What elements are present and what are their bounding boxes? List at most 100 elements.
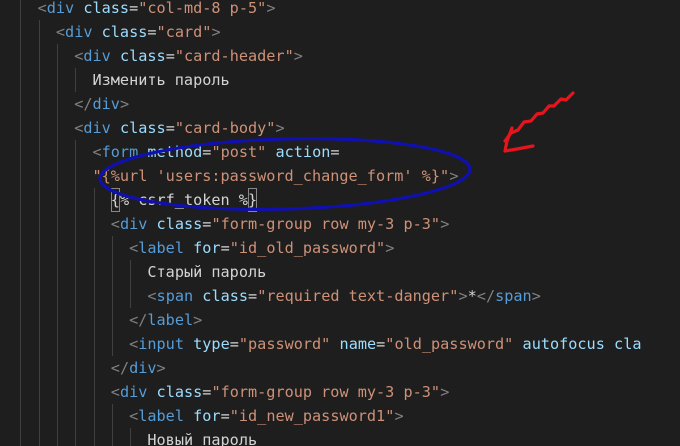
- code-token: <: [55, 23, 66, 41]
- indent-guide: [93, 308, 95, 332]
- code-line[interactable]: < label for = "id_old_password" >: [0, 236, 680, 260]
- indent-guide: [93, 188, 95, 212]
- code-token: span: [156, 287, 194, 305]
- code-token: class: [156, 215, 203, 233]
- code-token: "card": [156, 23, 212, 41]
- indent-guide: [93, 404, 95, 428]
- code-token: >: [293, 47, 303, 65]
- code-lines: < div class = "col-md-8 p-5" > < div class = "ca…: [0, 0, 680, 446]
- code-token: name: [339, 335, 377, 353]
- indent-guide: [93, 212, 95, 236]
- indent-guide: [75, 236, 77, 260]
- indent-guide: [111, 236, 113, 260]
- code-line[interactable]: < div class = "form-group row my-3 p-3" >: [0, 212, 680, 236]
- code-token: </: [476, 287, 496, 305]
- code-token: <: [129, 407, 139, 425]
- code-token: <: [74, 119, 84, 137]
- code-token: <: [110, 215, 120, 233]
- code-token: Новый пароль: [147, 431, 258, 446]
- indent-guide: [75, 284, 77, 308]
- code-line[interactable]: Новый пароль: [0, 428, 680, 446]
- code-token: div: [119, 215, 148, 233]
- code-token: =: [165, 47, 175, 65]
- code-line[interactable]: < div class = "card-header" >: [0, 44, 680, 68]
- code-line[interactable]: {% csrf_token %}: [0, 188, 680, 212]
- code-line[interactable]: < span class = "required text-danger" > * </sp…: [0, 284, 680, 308]
- code-token: "old_password": [385, 335, 514, 353]
- code-token: action: [275, 143, 331, 161]
- code-line[interactable]: Старый пароль: [0, 260, 680, 284]
- indent-guide: [20, 116, 22, 140]
- code-line[interactable]: </div >: [0, 92, 680, 116]
- indent-guide: [56, 68, 58, 92]
- code-token: div: [129, 359, 157, 377]
- code-line[interactable]: </div >: [0, 356, 680, 380]
- indent-guide: [20, 92, 22, 116]
- code-token: >: [440, 383, 450, 401]
- code-token: =: [229, 335, 239, 353]
- indent-guide: [130, 428, 132, 446]
- code-line[interactable]: < input type = "password" name = "old_passwor…: [0, 332, 680, 356]
- code-line[interactable]: Изменить пароль: [0, 68, 680, 92]
- code-token: <: [129, 239, 139, 257]
- code-token: <: [129, 335, 139, 353]
- code-token: div: [46, 0, 75, 17]
- code-line[interactable]: < label for = "id_new_password1" >: [0, 404, 680, 428]
- code-line[interactable]: < div class = "col-md-8 p-5" >: [0, 0, 680, 20]
- code-token: =: [202, 215, 212, 233]
- code-token: =: [248, 287, 258, 305]
- code-line[interactable]: < div class = "card" >: [0, 20, 680, 44]
- code-token: "post": [211, 143, 267, 161]
- code-token: >: [394, 407, 404, 425]
- indent-guide: [38, 260, 40, 284]
- indent-guide: [56, 92, 58, 116]
- code-editor[interactable]: < div class = "col-md-8 p-5" > < div class = "ca…: [0, 0, 680, 446]
- indent-guide: [93, 260, 95, 284]
- indent-guide: [75, 404, 77, 428]
- code-token: =: [220, 239, 230, 257]
- indent-guide: [20, 260, 22, 284]
- code-token: </: [110, 359, 130, 377]
- code-line[interactable]: </label >: [0, 308, 680, 332]
- indent-guide: [130, 260, 132, 284]
- indent-guide: [20, 0, 22, 20]
- code-token: label: [147, 311, 194, 329]
- code-token: class: [202, 287, 249, 305]
- code-token: "required text-danger": [257, 287, 459, 305]
- indent-guide: [20, 212, 22, 236]
- code-token: >: [440, 215, 450, 233]
- code-token: "card-body": [174, 119, 276, 137]
- code-token: div: [83, 119, 111, 137]
- code-token: "form-group row my-3 p-3": [211, 215, 441, 233]
- indent-guide: [38, 356, 40, 380]
- code-token: method: [147, 143, 203, 161]
- indent-guide: [75, 164, 77, 188]
- indent-guide: [56, 404, 58, 428]
- indent-guide: [111, 260, 113, 284]
- indent-guide: [20, 308, 22, 332]
- indent-guide: [93, 332, 95, 356]
- code-token: =: [202, 383, 212, 401]
- indent-guide: [20, 140, 22, 164]
- indent-guide: [20, 356, 22, 380]
- code-token: class: [119, 119, 166, 137]
- code-token: form: [101, 143, 139, 161]
- indent-guide: [56, 332, 58, 356]
- indent-guide: [38, 404, 40, 428]
- code-line[interactable]: < form method = "post" action =: [0, 140, 680, 164]
- indent-guide: [38, 44, 40, 68]
- indent-guide: [20, 188, 22, 212]
- code-line[interactable]: < div class = "form-group row my-3 p-3" >: [0, 380, 680, 404]
- code-line[interactable]: "{%url 'users:password_change_form' %}" >: [0, 164, 680, 188]
- indent-guide: [56, 428, 58, 446]
- code-line[interactable]: < div class = "card-body" >: [0, 116, 680, 140]
- indent-guide: [56, 140, 58, 164]
